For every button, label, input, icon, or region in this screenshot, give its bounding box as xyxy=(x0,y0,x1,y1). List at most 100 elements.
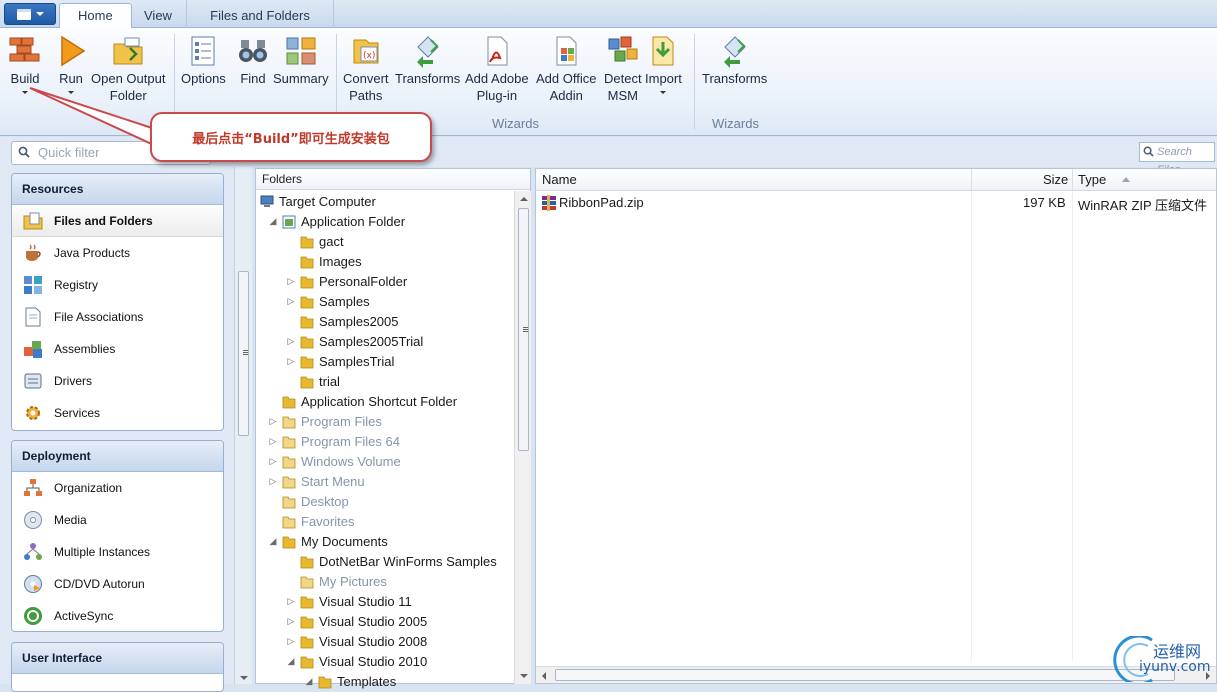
scroll-left-arrow[interactable] xyxy=(542,672,546,680)
nav-group-title[interactable]: Resources xyxy=(12,174,223,205)
find-button[interactable]: Find xyxy=(236,34,270,87)
tree-node-label: gact xyxy=(319,233,344,249)
collapsed-toggle-icon[interactable]: ▷ xyxy=(286,296,296,306)
watermark-url: iyunv.com xyxy=(1139,659,1211,675)
tree-node[interactable]: ▷ PersonalFolder xyxy=(286,271,408,291)
expanded-toggle-icon[interactable]: ◢ xyxy=(304,676,314,686)
nav-item-assemblies[interactable]: Assemblies xyxy=(12,333,223,365)
folder-icon xyxy=(282,456,296,468)
tree-node[interactable]: ▷ Visual Studio 2005 xyxy=(286,611,428,631)
folder-tree-scrollbar[interactable] xyxy=(514,191,531,684)
collapsed-toggle-icon[interactable]: ▷ xyxy=(286,616,296,626)
folder-icon xyxy=(300,576,314,588)
tab-files-and-folders[interactable]: Files and Folders xyxy=(186,0,334,28)
collapsed-toggle-icon[interactable]: ▷ xyxy=(268,416,278,426)
transforms-wizard-button[interactable]: Transforms xyxy=(702,34,767,87)
tree-node[interactable]: My Pictures xyxy=(286,571,387,591)
add-adobe-plugin-button[interactable]: Add Adobe Plug-in xyxy=(465,34,529,104)
scroll-down-arrow[interactable] xyxy=(240,676,248,680)
tree-node[interactable]: Application Shortcut Folder xyxy=(268,391,457,411)
toggle-spacer xyxy=(268,516,278,526)
file-type: WinRAR ZIP 压缩文件 xyxy=(1078,198,1208,213)
tree-node[interactable]: ▷ Start Menu xyxy=(268,471,365,491)
tree-node[interactable]: DotNetBar WinForms Samples xyxy=(286,551,497,571)
tree-node[interactable]: Desktop xyxy=(268,491,349,511)
tree-node[interactable]: ◢ My Documents xyxy=(268,531,388,551)
nav-item-java-products[interactable]: Java Products xyxy=(12,237,223,269)
options-button[interactable]: Options xyxy=(181,34,226,87)
detect-msm-button[interactable]: Detect MSM xyxy=(604,34,642,104)
collapsed-toggle-icon[interactable]: ▷ xyxy=(268,436,278,446)
collapsed-toggle-icon[interactable]: ▷ xyxy=(286,336,296,346)
transforms-button[interactable]: Transforms xyxy=(395,34,460,87)
nav-item-multiple-instances[interactable]: Multiple Instances xyxy=(12,536,223,568)
nav-group-title[interactable]: User Interface xyxy=(12,643,223,674)
tree-node-label: Samples xyxy=(319,293,370,309)
tree-node[interactable]: ◢ Application Folder xyxy=(268,211,406,231)
tree-node[interactable]: ▷ Visual Studio 2008 xyxy=(286,631,428,651)
nav-group-title[interactable]: Deployment xyxy=(12,441,223,472)
msm-modules-icon xyxy=(608,36,638,62)
expanded-toggle-icon[interactable]: ◢ xyxy=(286,656,296,666)
folder-icon xyxy=(300,336,314,348)
nav-item-activesync[interactable]: ActiveSync xyxy=(12,600,223,631)
column-name[interactable]: Name xyxy=(542,172,577,187)
summary-button[interactable]: Summary xyxy=(273,34,329,87)
tree-node[interactable]: ▷ Samples xyxy=(286,291,370,311)
tree-node[interactable]: ◢ Visual Studio 2010 xyxy=(286,651,428,671)
collapsed-toggle-icon[interactable]: ▷ xyxy=(268,476,278,486)
scrollbar-thumb[interactable] xyxy=(555,669,1175,681)
open-output-folder-button[interactable]: Open Output Folder xyxy=(91,34,165,104)
scrollbar-thumb[interactable] xyxy=(238,271,249,436)
tree-node[interactable]: Favorites xyxy=(268,511,354,531)
toggle-spacer xyxy=(286,556,296,566)
activesync-icon xyxy=(24,607,42,625)
tree-node[interactable]: ▷ Program Files xyxy=(268,411,382,431)
tree-node[interactable]: ▷ Samples2005Trial xyxy=(286,331,424,351)
scroll-up-arrow[interactable] xyxy=(520,197,528,201)
collapsed-toggle-icon[interactable]: ▷ xyxy=(286,596,296,606)
run-button[interactable]: Run xyxy=(54,34,88,94)
tree-node[interactable]: ▷ SamplesTrial xyxy=(286,351,395,371)
collapsed-toggle-icon[interactable]: ▷ xyxy=(286,636,296,646)
collapsed-toggle-icon[interactable]: ▷ xyxy=(286,356,296,366)
left-nav-scrollbar[interactable] xyxy=(234,167,252,684)
scrollbar-thumb[interactable] xyxy=(518,208,529,451)
multiple-instances-icon xyxy=(24,543,42,560)
toggle-spacer xyxy=(286,236,296,246)
expanded-toggle-icon[interactable]: ◢ xyxy=(268,536,278,546)
cd-autorun-icon xyxy=(24,575,42,593)
nav-item-registry[interactable]: Registry xyxy=(12,269,223,301)
nav-item-cd-dvd-autorun[interactable]: CD/DVD Autorun xyxy=(12,568,223,600)
tree-node[interactable]: Target Computer xyxy=(260,191,376,211)
tree-node[interactable]: ▷ Windows Volume xyxy=(268,451,401,471)
import-button[interactable]: Import xyxy=(645,34,682,94)
nav-item-services[interactable]: Services xyxy=(12,397,223,429)
column-type[interactable]: Type xyxy=(1078,172,1106,187)
nav-item-organization[interactable]: Organization xyxy=(12,472,223,504)
nav-item-files-and-folders[interactable]: Files and Folders xyxy=(12,205,223,237)
tree-node[interactable]: ▷ Program Files 64 xyxy=(268,431,400,451)
scroll-down-arrow[interactable] xyxy=(520,674,528,678)
tree-node[interactable]: ◢ Templates xyxy=(304,671,397,691)
file-row[interactable]: RibbonPad.zip 197 KB WinRAR ZIP 压缩文件 xyxy=(536,193,1216,213)
collapsed-toggle-icon[interactable]: ▷ xyxy=(286,276,296,286)
column-size[interactable]: Size xyxy=(1043,172,1068,187)
add-office-addin-button[interactable]: Add Office Addin xyxy=(536,34,596,104)
tree-node[interactable]: gact xyxy=(286,231,344,251)
expanded-toggle-icon[interactable]: ◢ xyxy=(268,216,278,226)
tree-node[interactable]: Samples2005 xyxy=(286,311,399,331)
tab-view[interactable]: View xyxy=(125,3,191,29)
convert-paths-button[interactable]: (x) Convert Paths xyxy=(343,34,389,104)
search-files-input[interactable]: Search Files xyxy=(1139,142,1215,176)
tree-node[interactable]: trial xyxy=(286,371,340,391)
tab-home[interactable]: Home xyxy=(59,3,132,29)
tree-node[interactable]: ▷ Visual Studio 11 xyxy=(286,591,412,611)
tree-node[interactable]: Images xyxy=(286,251,362,271)
collapsed-toggle-icon[interactable]: ▷ xyxy=(268,456,278,466)
nav-item-file-associations[interactable]: File Associations xyxy=(12,301,223,333)
nav-item-media[interactable]: Media xyxy=(12,504,223,536)
nav-item-drivers[interactable]: Drivers xyxy=(12,365,223,397)
application-menu-button[interactable] xyxy=(4,3,56,25)
build-button[interactable]: Build xyxy=(8,34,42,94)
